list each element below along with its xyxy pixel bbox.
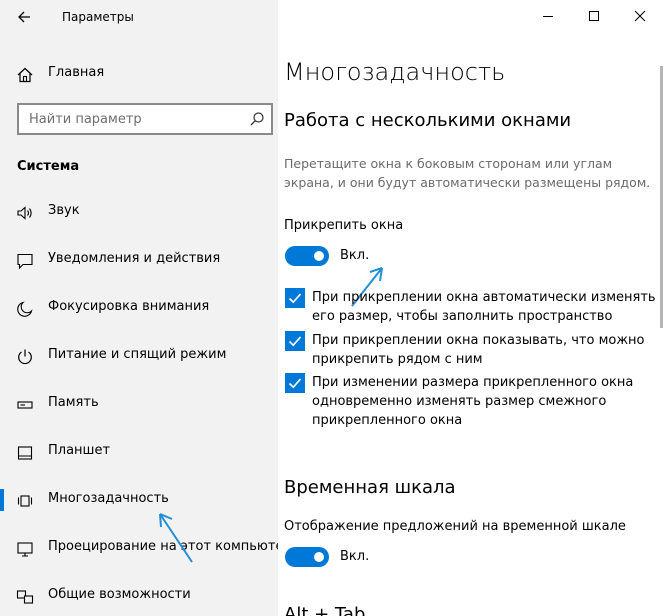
sidebar-item-label: Питание и спящий режим (48, 347, 227, 362)
timeline-toggle[interactable] (285, 547, 329, 567)
sidebar-item-home[interactable]: Главная (0, 54, 278, 94)
checkmark-icon (288, 378, 302, 389)
sidebar-item-projection[interactable]: Проецирование на этот компьютер (0, 528, 278, 568)
snap-option-checkbox-1[interactable] (285, 288, 305, 308)
search-input[interactable]: Найти параметр (17, 103, 273, 135)
speaker-icon (17, 206, 32, 220)
snap-option-checkbox-2[interactable] (285, 331, 305, 351)
main-panel: Многозадачность Работа с несколькими окн… (278, 0, 665, 616)
app-title: Параметры (62, 10, 134, 24)
snap-description: Перетащите окна к боковым сторонам или у… (284, 156, 651, 190)
minimize-button[interactable] (525, 0, 571, 32)
shared-experiences-icon (16, 590, 34, 604)
timeline-toggle-state: Вкл. (340, 549, 370, 564)
tablet-icon (17, 446, 33, 460)
toggle-knob (314, 552, 324, 562)
snap-toggle-label: Прикрепить окна (284, 218, 404, 233)
storage-icon (17, 401, 33, 409)
minimize-icon (543, 16, 553, 17)
checkmark-icon (288, 293, 302, 304)
back-button[interactable] (14, 6, 36, 28)
sidebar-item-focus-assist[interactable]: Фокусировка внимания (0, 288, 278, 328)
sidebar-item-multitasking[interactable]: Многозадачность (0, 480, 278, 520)
close-icon (634, 10, 646, 22)
moon-icon (17, 301, 33, 317)
scrollbar[interactable] (660, 66, 663, 328)
search-placeholder: Найти параметр (29, 112, 142, 127)
sidebar-item-shared-experiences[interactable]: Общие возможности (0, 576, 278, 616)
projection-icon (17, 542, 33, 557)
sidebar-home-label: Главная (48, 65, 105, 80)
sidebar-item-label: Планшет (48, 443, 111, 458)
power-icon (18, 349, 32, 365)
snap-heading: Работа с несколькими окнами (284, 110, 572, 131)
sidebar-item-label: Фокусировка внимания (48, 299, 210, 314)
sidebar-item-power[interactable]: Питание и спящий режим (0, 336, 278, 376)
snap-toggle[interactable] (285, 246, 329, 266)
snap-option-label-2: При прикреплении окна показывать, что мо… (312, 333, 645, 367)
sidebar-item-label: Общие возможности (48, 587, 191, 602)
timeline-toggle-label: Отображение предложений на временной шка… (284, 519, 626, 534)
alt-tab-heading: Alt + Tab (284, 604, 366, 616)
maximize-icon (589, 11, 599, 21)
page-title: Многозадачность (284, 58, 506, 86)
back-arrow-icon (18, 11, 30, 23)
selected-indicator (0, 489, 4, 511)
multitasking-icon (17, 495, 33, 507)
snap-option-checkbox-3[interactable] (285, 373, 305, 393)
sidebar-item-label: Память (48, 395, 99, 410)
home-icon (17, 67, 33, 83)
toggle-knob (314, 251, 324, 261)
sidebar-item-label: Уведомления и действия (48, 251, 221, 266)
sidebar-item-label: Звук (48, 203, 80, 218)
timeline-heading: Временная шкала (284, 477, 456, 498)
checkmark-icon (288, 336, 302, 347)
sidebar-item-sound[interactable]: Звук (0, 192, 278, 232)
snap-option-label-3: При изменении размера прикрепленного окн… (312, 375, 634, 428)
sidebar-section-system: Система (17, 159, 80, 174)
snap-toggle-state: Вкл. (340, 248, 370, 263)
sidebar-item-tablet[interactable]: Планшет (0, 432, 278, 472)
maximize-button[interactable] (571, 0, 617, 32)
annotation-arrow-icon (159, 513, 193, 563)
sidebar-item-notifications[interactable]: Уведомления и действия (0, 240, 278, 280)
search-icon (250, 112, 264, 126)
snap-option-label-1: При прикреплении окна автоматически изме… (312, 290, 656, 324)
sidebar-item-storage[interactable]: Память (0, 384, 278, 424)
notification-icon (17, 253, 33, 270)
sidebar: Параметры Главная Найти параметр Система… (0, 0, 278, 616)
close-button[interactable] (617, 0, 663, 32)
